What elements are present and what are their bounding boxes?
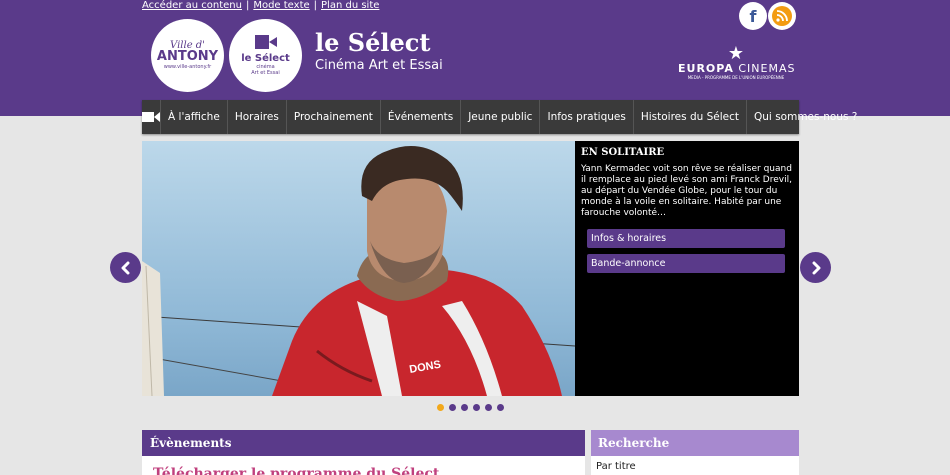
- sitemap-link[interactable]: Plan du site: [321, 0, 379, 11]
- film-synopsis: Yann Kermadec voit son rêve se réaliser …: [581, 164, 792, 218]
- nav-item-prochainement[interactable]: Prochainement: [287, 100, 381, 134]
- skip-link-separator: |: [245, 0, 250, 11]
- antony-logo-name: ANTONY: [156, 49, 219, 64]
- select-logo-sub2: Art et Essai: [251, 70, 280, 76]
- download-program-link[interactable]: Télécharger le programme du Sélect: [142, 456, 585, 475]
- main-nav: À l'affiche Horaires Prochainement Événe…: [142, 100, 857, 134]
- skip-link-separator: |: [313, 0, 318, 11]
- search-section: Recherche Par titre: [591, 430, 799, 475]
- carousel-dot[interactable]: [485, 404, 492, 411]
- carousel-dot[interactable]: [497, 404, 504, 411]
- film-title: EN SOLITAIRE: [581, 147, 665, 158]
- sailor-photo: DONS: [142, 146, 575, 396]
- carousel-next-button[interactable]: [800, 252, 831, 283]
- carousel-dot[interactable]: [449, 404, 456, 411]
- social-links: f: [739, 2, 767, 30]
- carousel-prev-button[interactable]: [110, 252, 141, 283]
- nav-item-histoires[interactable]: Histoires du Sélect: [634, 100, 748, 134]
- europa-sub: MEDIA - PROGRAMME DE L'UNION EUROPÉENNE: [687, 75, 785, 80]
- nav-item-qui-sommes-nous[interactable]: Qui sommes-nous ?: [747, 100, 864, 134]
- text-mode-link[interactable]: Mode texte: [253, 0, 309, 11]
- infos-horaires-button[interactable]: Infos & horaires: [587, 229, 785, 248]
- star-icon: ★: [727, 43, 745, 64]
- events-section: Évènements Télécharger le programme du S…: [142, 430, 585, 475]
- antony-logo[interactable]: Ville d' ANTONY www.ville-antony.fr: [151, 19, 224, 92]
- nav-home[interactable]: [142, 100, 161, 134]
- antony-logo-url: www.ville-antony.fr: [163, 64, 212, 70]
- nav-item-infos-pratiques[interactable]: Infos pratiques: [540, 100, 634, 134]
- slide-image[interactable]: DONS: [142, 141, 575, 396]
- nav-item-evenements[interactable]: Événements: [381, 100, 462, 134]
- carousel-dots: [437, 404, 504, 411]
- site-title[interactable]: le Sélect: [315, 28, 430, 57]
- search-by-title-label: Par titre: [596, 461, 636, 472]
- camera-icon: [254, 35, 277, 49]
- nav-item-jeune-public[interactable]: Jeune public: [461, 100, 541, 134]
- site-header: Accéder au contenu | Mode texte | Plan du si…: [0, 0, 950, 116]
- facebook-button[interactable]: f: [739, 2, 767, 30]
- europa-name-bold: EUROPA: [678, 62, 734, 75]
- search-heading: Recherche: [591, 430, 799, 456]
- select-logo-name: le Sélect: [241, 53, 290, 64]
- select-logo[interactable]: le Sélect cinéma Art et Essai: [229, 19, 302, 92]
- facebook-icon: f: [749, 6, 757, 26]
- carousel-dot[interactable]: [473, 404, 480, 411]
- rss-icon: [772, 6, 792, 26]
- social-links-rss: [768, 2, 796, 30]
- chevron-left-icon: [121, 261, 129, 274]
- carousel-dot[interactable]: [461, 404, 468, 411]
- nav-item-affiche[interactable]: À l'affiche: [161, 100, 228, 134]
- carousel-dot[interactable]: [437, 404, 444, 411]
- camera-icon: [142, 112, 160, 122]
- events-heading: Évènements: [142, 430, 585, 456]
- site-subtitle: Cinéma Art et Essai: [315, 58, 443, 73]
- skip-to-content-link[interactable]: Accéder au contenu: [142, 0, 242, 11]
- europa-name-rest: CINEMAS: [738, 62, 796, 75]
- nav-item-horaires[interactable]: Horaires: [228, 100, 287, 134]
- bande-annonce-button[interactable]: Bande-annonce: [587, 254, 785, 273]
- slide-info-panel: EN SOLITAIRE Yann Kermadec voit son rêve…: [575, 141, 799, 396]
- europa-cinemas-logo[interactable]: ★ EUROPA CINEMAS MEDIA - PROGRAMME DE L'…: [678, 45, 794, 81]
- chevron-right-icon: [812, 261, 820, 274]
- europa-name: EUROPA CINEMAS: [678, 63, 794, 75]
- skip-links: Accéder au contenu | Mode texte | Plan du si…: [142, 0, 379, 11]
- rss-button[interactable]: [768, 2, 796, 30]
